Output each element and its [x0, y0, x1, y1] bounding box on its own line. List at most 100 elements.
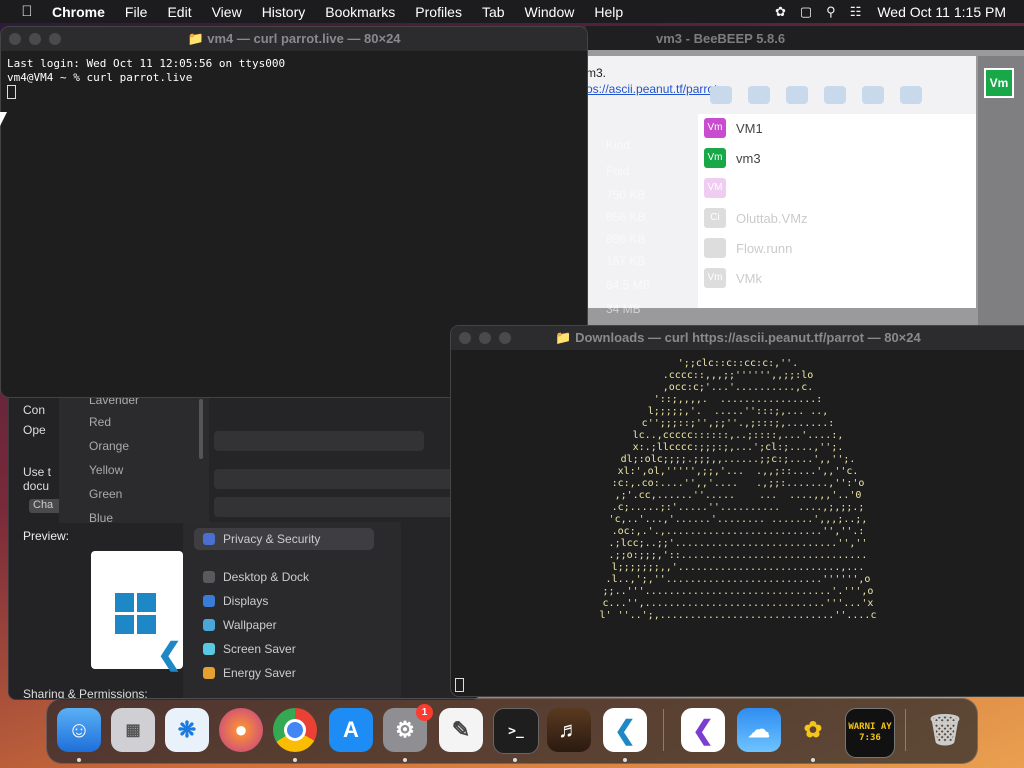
toolbar-icon[interactable]	[900, 86, 922, 104]
toolbar-icon[interactable]	[862, 86, 884, 104]
user-avatar: Vm	[704, 118, 726, 138]
search-icon[interactable]: ⚲	[826, 4, 836, 20]
vscode-app-icon[interactable]: ❮	[603, 708, 647, 752]
launchpad-app-icon[interactable]: ▦	[111, 708, 155, 752]
menu-window[interactable]: Window	[525, 4, 575, 20]
terminal-output[interactable]: Last login: Wed Oct 11 12:05:56 on ttys0…	[1, 51, 587, 105]
window-title-text: Downloads — curl https://ascii.peanut.tf…	[575, 330, 921, 345]
terminal-line: vm4@VM4 ~ % curl parrot.live	[7, 71, 193, 84]
terminal-titlebar[interactable]: 📁 vm4 — curl parrot.live — 80×24	[1, 27, 587, 51]
close-button[interactable]	[9, 33, 21, 45]
user-row[interactable]: Vm VM1	[704, 118, 763, 138]
system-settings-sidebar: Privacy & Security Desktop & Dock Displa…	[183, 522, 401, 698]
minimize-button[interactable]	[29, 33, 41, 45]
beebeep-titlebar[interactable]: vm3 - BeeBEEP 5.8.6	[586, 26, 1024, 50]
menu-clock[interactable]: Wed Oct 11 1:15 PM	[877, 4, 1006, 20]
sidebar-item-label: Energy Saver	[223, 666, 296, 680]
toolbar-icon[interactable]	[748, 86, 770, 104]
trash-icon[interactable]: 🗑	[923, 708, 967, 752]
menu-profiles[interactable]: Profiles	[415, 4, 462, 20]
sidebar-item-energy-saver[interactable]: Energy Saver	[203, 666, 296, 680]
ascii-line: lc..,ccccc::::::,..;::::,...'....:,	[632, 430, 844, 441]
window-title-text: vm4 — curl parrot.live — 80×24	[207, 31, 401, 46]
ascii-parrot-output: ';;clc::c::cc:c:,''. .cccc::,,,;;'''''',,…	[451, 358, 1024, 622]
sidebar-item-screen-saver[interactable]: Screen Saver	[203, 642, 296, 656]
sidebar-item-displays[interactable]: Displays	[203, 594, 268, 608]
sidebar-item-label: Wallpaper	[223, 618, 277, 632]
screen-mirroring-icon[interactable]: ▢	[800, 4, 812, 20]
user-row[interactable]: Vm VMk	[704, 268, 762, 288]
apple-icon[interactable]: 	[18, 3, 36, 20]
system-settings-app-icon[interactable]: ⚙ 1	[383, 704, 433, 752]
vm-badge[interactable]: Vm	[984, 68, 1014, 98]
weather-app-icon[interactable]: ☁	[737, 708, 781, 752]
hand-icon	[203, 533, 215, 545]
user-row[interactable]: Flow.runn	[704, 238, 792, 258]
finder-app-icon[interactable]: ☺	[57, 708, 101, 752]
beebeep-app-icon[interactable]: ✿	[791, 708, 835, 752]
terminal-cursor	[455, 678, 464, 692]
tag-orange[interactable]: Orange	[89, 439, 129, 453]
zoom-button[interactable]	[49, 33, 61, 45]
menu-view[interactable]: View	[212, 4, 242, 20]
toolbar-icon[interactable]	[710, 86, 732, 104]
ascii-line: l;;;;;;;,,'...........................,.…	[611, 562, 865, 573]
user-name: VMk	[736, 270, 762, 286]
screen-saver-icon	[203, 643, 215, 655]
safari-app-icon[interactable]: ❋	[165, 708, 209, 752]
terminal-titlebar[interactable]: 📁 Downloads — curl https://ascii.peanut.…	[451, 326, 1024, 350]
user-name: vm3	[736, 150, 761, 166]
sidebar-item-desktop-dock[interactable]: Desktop & Dock	[203, 570, 309, 584]
user-row[interactable]: Vm vm3	[704, 148, 761, 168]
notification-badge: 1	[416, 704, 433, 721]
menu-bookmarks[interactable]: Bookmarks	[325, 4, 395, 20]
app-store-app-icon[interactable]: A	[329, 708, 373, 752]
firefox-app-icon[interactable]: ●	[219, 708, 263, 752]
terminal-window-downloads: 📁 Downloads — curl https://ascii.peanut.…	[450, 325, 1024, 697]
menu-file[interactable]: File	[125, 4, 148, 20]
tag-yellow[interactable]: Yellow	[89, 463, 123, 477]
menu-history[interactable]: History	[262, 4, 306, 20]
chat-link[interactable]: os://ascii.peanut.tf/parrot	[586, 82, 717, 96]
toolbar-icon[interactable]	[824, 86, 846, 104]
console-app-icon[interactable]: WARNI AY 7:36	[845, 708, 895, 758]
info-row-use: Use t	[23, 465, 52, 479]
menu-tab[interactable]: Tab	[482, 4, 505, 20]
close-button[interactable]	[459, 332, 471, 344]
info-row-content[interactable]: Con	[23, 403, 45, 417]
info-row-docu: docu	[23, 479, 50, 493]
garageband-app-icon[interactable]: ♬	[547, 708, 591, 752]
zoom-button[interactable]	[499, 332, 511, 344]
file-size: 896 KB	[606, 232, 646, 246]
chrome-app-icon[interactable]	[273, 708, 317, 752]
info-row-open-with[interactable]: Ope	[23, 423, 46, 437]
sidebar-item-privacy-security[interactable]: Privacy & Security	[203, 532, 320, 546]
window-title: 📁 vm4 — curl parrot.live — 80×24	[1, 31, 587, 47]
toolbar-icon[interactable]	[786, 86, 808, 104]
menu-help[interactable]: Help	[594, 4, 623, 20]
beebeep-status-icon[interactable]: ✿	[775, 4, 786, 20]
control-center-icon[interactable]: ☷	[850, 4, 862, 20]
tag-list-scrollbar[interactable]	[199, 399, 203, 459]
sidebar-item-wallpaper[interactable]: Wallpaper	[203, 618, 277, 632]
placeholder-row	[214, 431, 424, 451]
file-size: 34 MB	[606, 302, 641, 316]
terminal-app-icon[interactable]: >_	[493, 708, 539, 754]
textedit-app-icon[interactable]: ✎	[439, 708, 483, 752]
tag-red[interactable]: Red	[89, 415, 111, 429]
ascii-line: .l..,';,''..........................''''…	[605, 574, 871, 585]
ascii-line: l' ''..';,.............................'…	[599, 610, 877, 621]
preview-section-label[interactable]: Preview:	[23, 529, 69, 543]
user-row[interactable]: VM	[704, 178, 736, 198]
tag-blue[interactable]: Blue	[89, 511, 113, 525]
menu-edit[interactable]: Edit	[167, 4, 191, 20]
user-row[interactable]: Ci Oluttab.VMz	[704, 208, 808, 228]
sidebar-item-label: Displays	[223, 594, 269, 608]
dock-separator	[663, 709, 664, 751]
tag-green[interactable]: Green	[89, 487, 122, 501]
minimize-button[interactable]	[479, 332, 491, 344]
visual-studio-app-icon[interactable]: ❮	[681, 708, 725, 752]
file-size: 750 KB	[606, 188, 646, 202]
menu-app-name[interactable]: Chrome	[52, 4, 105, 20]
ascii-line: ';;clc::c::cc:c:,''.	[677, 358, 799, 369]
